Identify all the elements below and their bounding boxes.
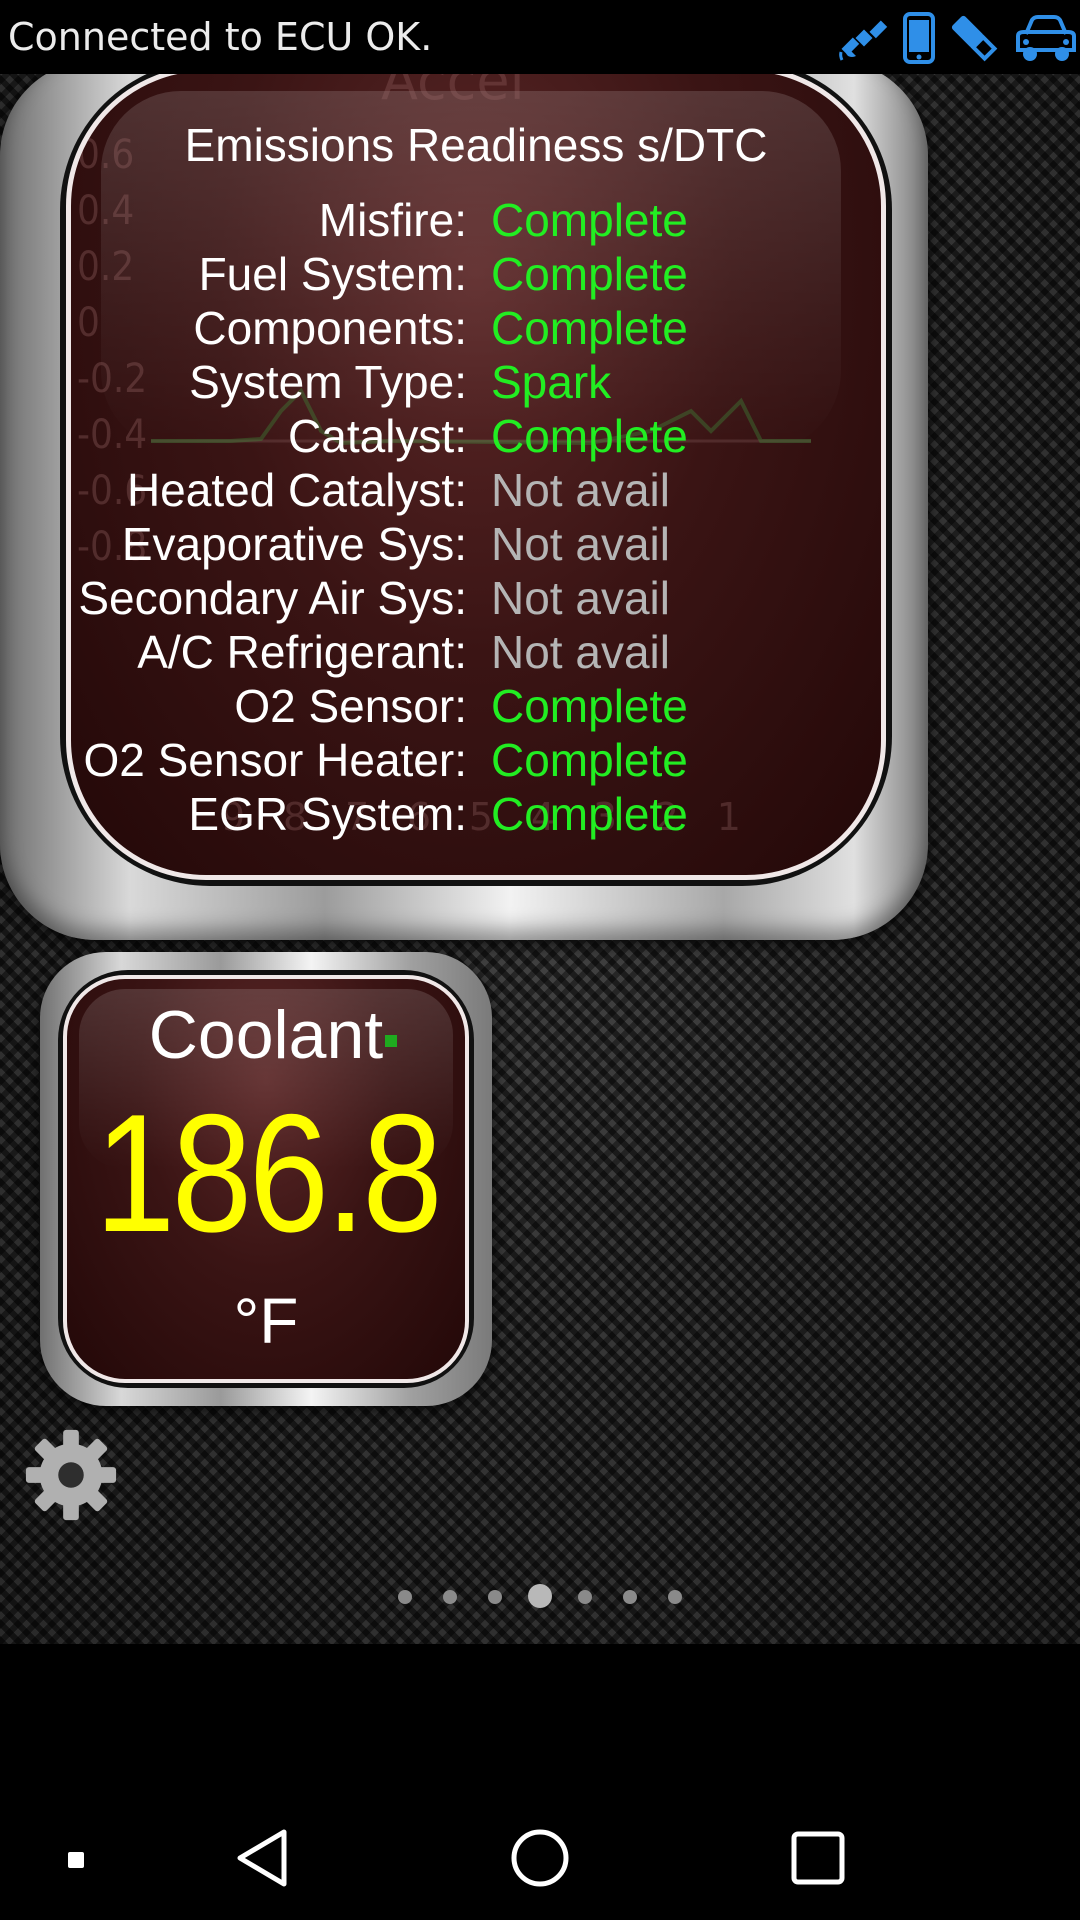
emissions-title: Emissions Readiness s/DTC — [184, 119, 768, 171]
coolant-gauge[interactable]: Coolant 186.8 °F — [40, 952, 492, 1406]
readiness-label: Heated Catalyst: — [126, 464, 467, 516]
page-dot[interactable] — [398, 1590, 412, 1604]
bluetooth-adapter-icon — [951, 15, 998, 62]
readiness-value: Complete — [491, 410, 688, 462]
readiness-row: Catalyst: Complete — [71, 409, 881, 463]
readiness-value: Not avail — [491, 572, 670, 624]
readiness-row: A/C Refrigerant: Not avail — [71, 625, 881, 679]
readiness-value: Not avail — [491, 464, 670, 516]
emissions-gauge-bezel: Accel .8 0.6 0.4 0.2 0 -0.2 -0.4 -0.6 -0.8 98765… — [60, 74, 892, 886]
readiness-value: Not avail — [491, 626, 670, 678]
readiness-label: O2 Sensor Heater: — [83, 734, 467, 786]
page-dot[interactable] — [443, 1590, 457, 1604]
readiness-row: System Type: Spark — [71, 355, 881, 409]
coolant-label: Coolant — [148, 997, 384, 1073]
readiness-value: Not avail — [491, 518, 670, 570]
gear-icon[interactable] — [22, 1426, 120, 1524]
readiness-row: Evaporative Sys: Not avail — [71, 517, 881, 571]
dashboard: Accel .8 0.6 0.4 0.2 0 -0.2 -0.4 -0.6 -0.8 98765… — [0, 74, 1080, 1644]
readiness-value: Spark — [491, 356, 612, 408]
readiness-value: Complete — [491, 248, 688, 300]
readiness-row: O2 Sensor Heater: Complete — [71, 733, 881, 787]
readiness-label: Evaporative Sys: — [121, 518, 467, 570]
readiness-label: Catalyst: — [288, 410, 467, 462]
readiness-label: A/C Refrigerant: — [137, 626, 467, 678]
status-bar: Connected to ECU OK. — [0, 0, 1080, 74]
screen: Connected to ECU OK. Accel .8 0.6 0.4 0.… — [0, 0, 1080, 1920]
readiness-label: Misfire: — [318, 194, 467, 246]
page-dot[interactable] — [578, 1590, 592, 1604]
page-dot[interactable] — [623, 1590, 637, 1604]
readiness-row: EGR System: Complete — [71, 787, 881, 841]
readiness-label: Fuel System: — [198, 248, 467, 300]
coolant-status-indicator — [385, 1035, 397, 1047]
page-indicator[interactable] — [0, 1584, 1080, 1610]
background-y-tick: .8 — [77, 76, 112, 122]
car-icon — [1016, 15, 1076, 61]
status-icons — [826, 10, 1080, 66]
readiness-row: O2 Sensor: Complete — [71, 679, 881, 733]
readiness-value: Complete — [491, 680, 688, 732]
readiness-label: Components: — [193, 302, 467, 354]
readiness-value: Complete — [491, 302, 688, 354]
readiness-list: Misfire: Complete Fuel System: Complete Comp… — [71, 193, 881, 841]
readiness-row: Heated Catalyst: Not avail — [71, 463, 881, 517]
coolant-unit: °F — [233, 1285, 299, 1357]
coolant-gauge-bezel: Coolant 186.8 °F — [58, 970, 474, 1388]
readiness-row: Fuel System: Complete — [71, 247, 881, 301]
readiness-label: EGR System: — [188, 788, 467, 840]
readiness-value: Complete — [491, 194, 688, 246]
readiness-value: Complete — [491, 788, 688, 840]
coolant-gauge-face: Coolant 186.8 °F — [63, 975, 469, 1383]
background-chart-title: Accel — [381, 74, 525, 112]
phone-icon — [903, 12, 935, 64]
readiness-label: Secondary Air Sys: — [78, 572, 467, 624]
emissions-gauge[interactable]: Accel .8 0.6 0.4 0.2 0 -0.2 -0.4 -0.6 -0.8 98765… — [0, 74, 928, 940]
readiness-row: Misfire: Complete — [71, 193, 881, 247]
page-dot-active[interactable] — [528, 1584, 552, 1608]
connection-status: Connected to ECU OK. — [8, 15, 433, 59]
readiness-label: O2 Sensor: — [234, 680, 467, 732]
page-dot[interactable] — [668, 1590, 682, 1604]
gps-satellite-icon — [839, 20, 888, 61]
coolant-value: 186.8 — [94, 1079, 443, 1267]
readiness-row: Components: Complete — [71, 301, 881, 355]
emissions-gauge-face: Accel .8 0.6 0.4 0.2 0 -0.2 -0.4 -0.6 -0.8 98765… — [66, 74, 886, 880]
readiness-label: System Type: — [189, 356, 467, 408]
readiness-row: Secondary Air Sys: Not avail — [71, 571, 881, 625]
overview-button[interactable] — [786, 1826, 850, 1890]
page-dot[interactable] — [488, 1590, 502, 1604]
readiness-value: Complete — [491, 734, 688, 786]
back-button[interactable] — [232, 1826, 294, 1890]
recent-dot-button[interactable] — [62, 1846, 90, 1874]
home-button[interactable] — [508, 1826, 572, 1890]
